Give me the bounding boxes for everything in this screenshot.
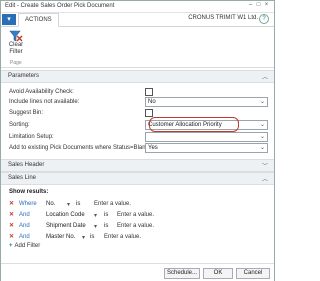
chevron-up-icon: ︿ [261,75,268,81]
filter-conjunction[interactable]: And [19,234,30,240]
parameters-section-header[interactable]: Parameters ︿ [1,70,274,83]
filter-row: ✕ And Master No. ▾ is Enter a value. [9,233,259,242]
show-results-label: Show results: [9,189,49,195]
select-value: No [148,99,156,105]
chevron-down-icon: ▾ [94,224,98,230]
plus-icon: + [9,243,13,249]
avoid-availability-check-checkbox[interactable] [145,88,153,96]
clear-filter-button[interactable]: Clear Filter [6,30,26,56]
chevron-down-icon: ▾ [94,213,98,219]
ribbon-tabs: ▾ ACTIONS CRONUS TRIMIT W1 Ltd. ? [1,13,274,27]
maximize-button[interactable]: □ [256,2,264,8]
field-label: Avoid Availability Check: [9,89,74,95]
filter-field[interactable]: Master No. [46,234,75,240]
ribbon: Clear Filter Page [1,27,274,68]
add-filter-button[interactable]: + Add Filter [9,243,40,249]
filter-field[interactable]: Location Code [46,212,85,218]
title-bar: Edit - Create Sales Order Pick Document … [1,1,274,13]
include-lines-row: Include lines not available: No ⌄ [9,97,269,107]
filter-conjunction[interactable]: And [19,212,30,218]
chevron-down-icon: ⌄ [259,122,265,128]
schedule-button[interactable]: Schedule... [164,268,200,279]
filter-row: ✕ And Shipment Date ▾ is Enter a value. [9,222,259,231]
filter-operator: is [90,234,95,240]
field-label: Sorting: [9,122,30,128]
section-title: Sales Header [8,162,45,168]
add-to-existing-row: Add to existing Pick Documents where Sta… [9,143,269,153]
field-label: Include lines not available: [9,99,80,105]
limitation-setup-row: Limitation Setup: ⌄ [9,132,269,142]
field-label: Add to existing Pick Documents where Sta… [9,145,151,151]
close-button[interactable]: × [264,2,272,8]
filter-value-input[interactable]: Enter a value. [117,223,154,229]
select-value: Yes [148,145,158,151]
filter-row: ✕ And Location Code ▾ is Enter a value. [9,211,259,220]
filter-value-input[interactable]: Enter a value. [117,212,154,218]
avoid-availability-check-row: Avoid Availability Check: [9,88,269,97]
add-to-existing-select[interactable]: Yes ⌄ [145,143,268,153]
dialog-footer: Schedule... OK Cancel [1,263,274,281]
help-icon[interactable]: ? [259,14,269,24]
suggest-bin-checkbox[interactable] [145,109,153,117]
section-title: Parameters [8,73,40,79]
filter-operator: is [104,212,109,218]
clear-filter-label-1: Clear [8,42,24,48]
filter-field[interactable]: Shipment Date [46,223,86,229]
ok-button[interactable]: OK [203,268,233,279]
tab-actions[interactable]: ACTIONS [18,13,59,27]
section-title: Sales Line [8,175,37,181]
chevron-down-icon: ▾ [67,202,71,208]
remove-filter-icon[interactable]: ✕ [9,211,14,218]
filter-row: ✕ Where No. ▾ is Enter a value. [9,200,259,209]
include-lines-select[interactable]: No ⌄ [145,97,268,107]
filter-operator: is [104,223,109,229]
cancel-button[interactable]: Cancel [236,268,270,279]
chevron-down-icon: ⌄ [259,134,265,140]
clear-filter-label-2: Filter [9,49,23,55]
sales-header-section-header[interactable]: Sales Header ﹀ [1,159,274,172]
clear-filter-icon [9,30,23,42]
filter-conjunction[interactable]: And [19,223,30,229]
sorting-row: Sorting: Customer Allocation Priority ⌄ [9,117,269,132]
highlight-annotation [149,117,239,132]
add-filter-label: Add Filter [14,243,41,249]
remove-filter-icon[interactable]: ✕ [9,233,14,240]
sales-line-section-header[interactable]: Sales Line ︿ [1,172,274,185]
remove-filter-icon[interactable]: ✕ [9,222,14,229]
window-controls: – □× [248,2,272,8]
limitation-setup-select[interactable]: ⌄ [145,132,268,142]
filter-value-input[interactable]: Enter a value. [94,201,131,207]
chevron-down-icon: ⌄ [259,99,265,105]
file-menu-button[interactable]: ▾ [2,14,16,25]
dialog-window: Edit - Create Sales Order Pick Document … [0,0,275,281]
field-label: Limitation Setup: [9,134,54,140]
field-label: Suggest Bin: [9,110,44,116]
remove-filter-icon[interactable]: ✕ [9,200,14,207]
filter-field[interactable]: No. [46,201,55,207]
chevron-down-icon: ﹀ [261,164,268,170]
chevron-down-icon: ▾ [82,235,86,241]
filter-value-input[interactable]: Enter a value. [104,234,141,240]
chevron-down-icon: ⌄ [259,145,265,151]
window-title: Edit - Create Sales Order Pick Document [5,3,115,9]
filter-operator: is [76,201,81,207]
ribbon-group-label: Page [10,60,22,66]
minimize-button[interactable]: – [248,2,256,8]
company-name: CRONUS TRIMIT W1 Ltd. [188,15,258,21]
chevron-up-icon: ︿ [261,177,268,183]
filter-conjunction[interactable]: Where [19,201,37,207]
